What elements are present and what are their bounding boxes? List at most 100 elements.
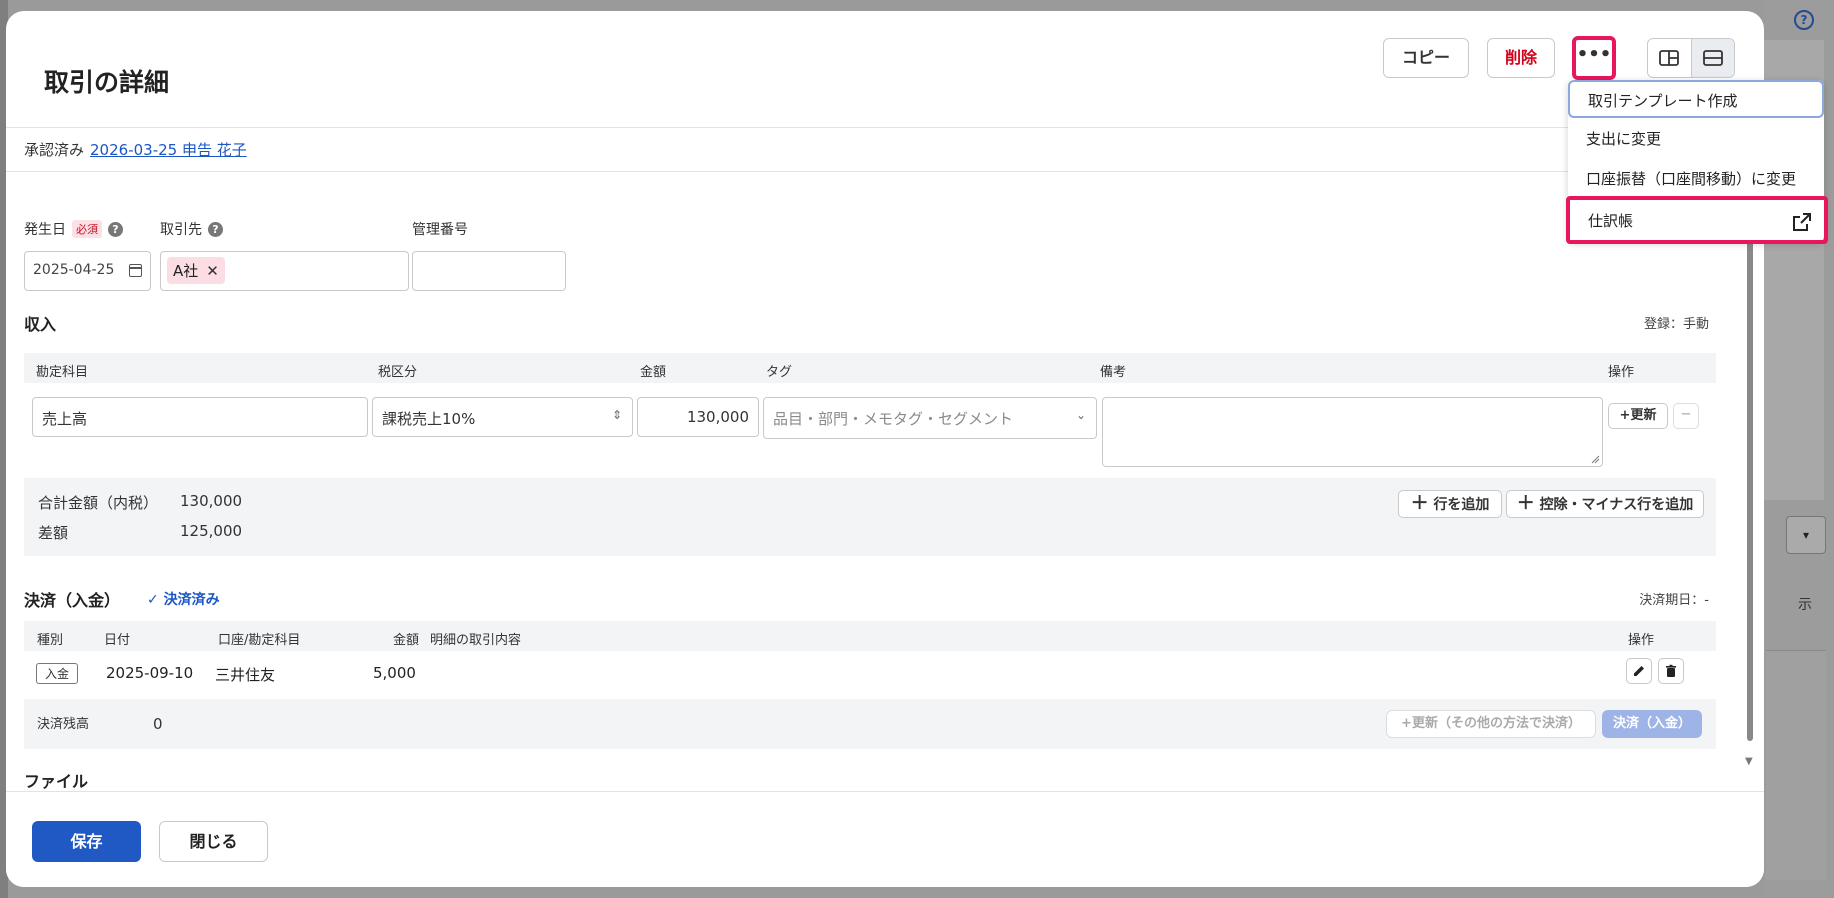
partner-label: 取引先 ? bbox=[160, 219, 223, 239]
add-deduction-label: 控除・マイナス行を追加 bbox=[1539, 497, 1694, 513]
partner-chip: A社 ✕ bbox=[167, 257, 225, 284]
date-field[interactable]: 2025-04-25 bbox=[24, 251, 151, 291]
settlement-section-title: 決済（入金） bbox=[24, 591, 121, 610]
approval-status-text: 承認済み bbox=[24, 141, 85, 159]
more-options-button[interactable]: ••• bbox=[1572, 36, 1616, 80]
col-memo: 備考 bbox=[1100, 365, 1127, 380]
delete-button[interactable]: 削除 bbox=[1487, 38, 1555, 78]
help-icon[interactable]: ? bbox=[108, 221, 123, 237]
scrollbar[interactable]: ▼ bbox=[1745, 211, 1755, 767]
add-deduction-row-button[interactable]: ＋ 控除・マイナス行を追加 bbox=[1506, 490, 1704, 518]
chevron-down-icon: ▾ bbox=[1786, 516, 1826, 554]
col-account: 勘定科目 bbox=[36, 365, 89, 380]
layout-full-button[interactable] bbox=[1690, 39, 1734, 77]
close-button[interactable]: 閉じる bbox=[159, 821, 268, 862]
mgmt-number-field[interactable] bbox=[412, 251, 566, 291]
external-link-icon bbox=[1793, 213, 1811, 231]
menu-item-change-to-transfer[interactable]: 口座振替（口座間移動）に変更 bbox=[1568, 160, 1824, 198]
edit-payment-button[interactable] bbox=[1626, 658, 1652, 684]
diff-value: 125,000 bbox=[180, 522, 243, 540]
layout-full-icon bbox=[1702, 50, 1723, 66]
diff-label: 差額 bbox=[38, 524, 69, 542]
help-icon: ? bbox=[1794, 10, 1814, 30]
update-row-button[interactable]: +更新 bbox=[1608, 403, 1668, 429]
date-label: 発生日 必須 ? bbox=[24, 219, 123, 239]
tax-select[interactable]: 課税売上10% ⇕ bbox=[372, 397, 633, 437]
balance-value: 0 bbox=[153, 715, 163, 733]
layout-split-icon bbox=[1659, 50, 1680, 66]
col-tax: 税区分 bbox=[378, 365, 418, 380]
payment-account: 三井住友 bbox=[215, 666, 276, 684]
approval-status: 承認済み 2026-03-25 申告 花子 bbox=[24, 139, 247, 160]
mgmt-number-label-text: 管理番号 bbox=[412, 222, 468, 238]
date-label-text: 発生日 bbox=[24, 222, 66, 238]
partner-label-text: 取引先 bbox=[160, 222, 202, 238]
income-table-header: 勘定科目 税区分 金額 タグ 備考 操作 bbox=[24, 353, 1716, 383]
page-title: 取引の詳細 bbox=[44, 68, 170, 97]
col-detail: 明細の取引内容 bbox=[430, 633, 522, 648]
menu-item-create-template[interactable]: 取引テンプレート作成 bbox=[1568, 80, 1824, 118]
close-icon[interactable]: ✕ bbox=[206, 262, 219, 280]
payment-type-badge: 入金 bbox=[36, 663, 79, 684]
settled-status: ✓ 決済済み bbox=[147, 589, 220, 609]
col-tag: タグ bbox=[766, 365, 793, 380]
menu-item-journal[interactable]: 仕訳帳 bbox=[1566, 196, 1828, 244]
resize-handle-icon[interactable] bbox=[1590, 454, 1600, 464]
amount-field[interactable]: 130,000 bbox=[637, 397, 759, 437]
save-button[interactable]: 保存 bbox=[32, 821, 141, 862]
menu-item-change-to-expense[interactable]: 支出に変更 bbox=[1568, 120, 1824, 158]
income-summary: 合計金額（内税） 130,000 差額 125,000 ＋ 行を追加 ＋ 控除・… bbox=[24, 478, 1716, 556]
help-icon[interactable]: ? bbox=[208, 221, 223, 237]
date-value: 2025-04-25 bbox=[33, 262, 115, 278]
total-label: 合計金額（内税） bbox=[38, 494, 159, 512]
copy-button[interactable]: コピー bbox=[1383, 38, 1469, 78]
check-icon: ✓ bbox=[147, 592, 159, 608]
mgmt-number-label: 管理番号 bbox=[412, 219, 468, 239]
file-section-title: ファイル bbox=[24, 772, 89, 791]
add-row-button[interactable]: ＋ 行を追加 bbox=[1398, 490, 1502, 518]
tax-select-value: 課税売上10% bbox=[382, 410, 476, 428]
settlement-balance: 決済残高 0 +更新（その他の方法で決済） 決済（入金） bbox=[24, 699, 1716, 749]
payment-amount: 5,000 bbox=[373, 664, 416, 682]
more-options-menu: 取引テンプレート作成 支出に変更 口座振替（口座間移動）に変更 仕訳帳 bbox=[1566, 80, 1828, 244]
approval-link[interactable]: 2026-03-25 申告 花子 bbox=[90, 141, 247, 159]
memo-textarea[interactable] bbox=[1102, 397, 1603, 467]
divider bbox=[6, 127, 1764, 128]
updown-icon: ⇕ bbox=[611, 408, 622, 422]
delete-payment-button[interactable] bbox=[1658, 658, 1684, 684]
col-date: 日付 bbox=[104, 633, 131, 648]
scrollbar-thumb[interactable] bbox=[1747, 211, 1753, 741]
settle-button[interactable]: 決済（入金） bbox=[1602, 710, 1702, 738]
account-field[interactable]: 売上高 bbox=[32, 397, 368, 437]
plus-icon: ＋ bbox=[1410, 493, 1429, 514]
partner-field[interactable]: A社 ✕ bbox=[160, 251, 409, 291]
view-layout-toggle bbox=[1647, 38, 1735, 78]
settlement-table-header: 種別 日付 口座/勘定科目 金額 明細の取引内容 操作 bbox=[24, 621, 1716, 651]
divider bbox=[6, 171, 1764, 172]
remove-row-button[interactable]: − bbox=[1673, 403, 1699, 429]
plus-icon: ＋ bbox=[1516, 493, 1535, 514]
col-ops: 操作 bbox=[1608, 365, 1635, 380]
scroll-down-icon[interactable]: ▼ bbox=[1745, 756, 1753, 767]
col-pay-amount: 金額 bbox=[393, 633, 420, 648]
add-row-label: 行を追加 bbox=[1433, 497, 1490, 513]
layout-split-button[interactable] bbox=[1648, 39, 1691, 77]
update-other-settle-button[interactable]: +更新（その他の方法で決済） bbox=[1386, 710, 1596, 738]
balance-label: 決済残高 bbox=[37, 717, 90, 732]
tag-select[interactable]: 品目・部門・メモタグ・セグメント ⌄ bbox=[763, 397, 1097, 439]
col-type: 種別 bbox=[37, 633, 64, 648]
background-text: 示 bbox=[1798, 597, 1812, 613]
calendar-icon[interactable] bbox=[129, 264, 142, 277]
income-section-title: 収入 bbox=[24, 315, 57, 334]
col-pay-ops: 操作 bbox=[1628, 633, 1655, 648]
settled-status-text: 決済済み bbox=[163, 592, 220, 608]
total-value: 130,000 bbox=[180, 492, 243, 510]
chevron-down-icon: ⌄ bbox=[1075, 408, 1086, 422]
transaction-detail-modal: 取引の詳細 コピー 削除 ••• 承認済み 2026-03-25 申告 花子 発生… bbox=[6, 11, 1764, 887]
tag-placeholder: 品目・部門・メモタグ・セグメント bbox=[773, 410, 1014, 428]
background-rows bbox=[1766, 650, 1826, 880]
pencil-icon bbox=[1634, 666, 1644, 676]
payment-date: 2025-09-10 bbox=[106, 664, 194, 682]
col-amount: 金額 bbox=[640, 365, 667, 380]
due-date: 決済期日：- bbox=[1639, 593, 1709, 608]
